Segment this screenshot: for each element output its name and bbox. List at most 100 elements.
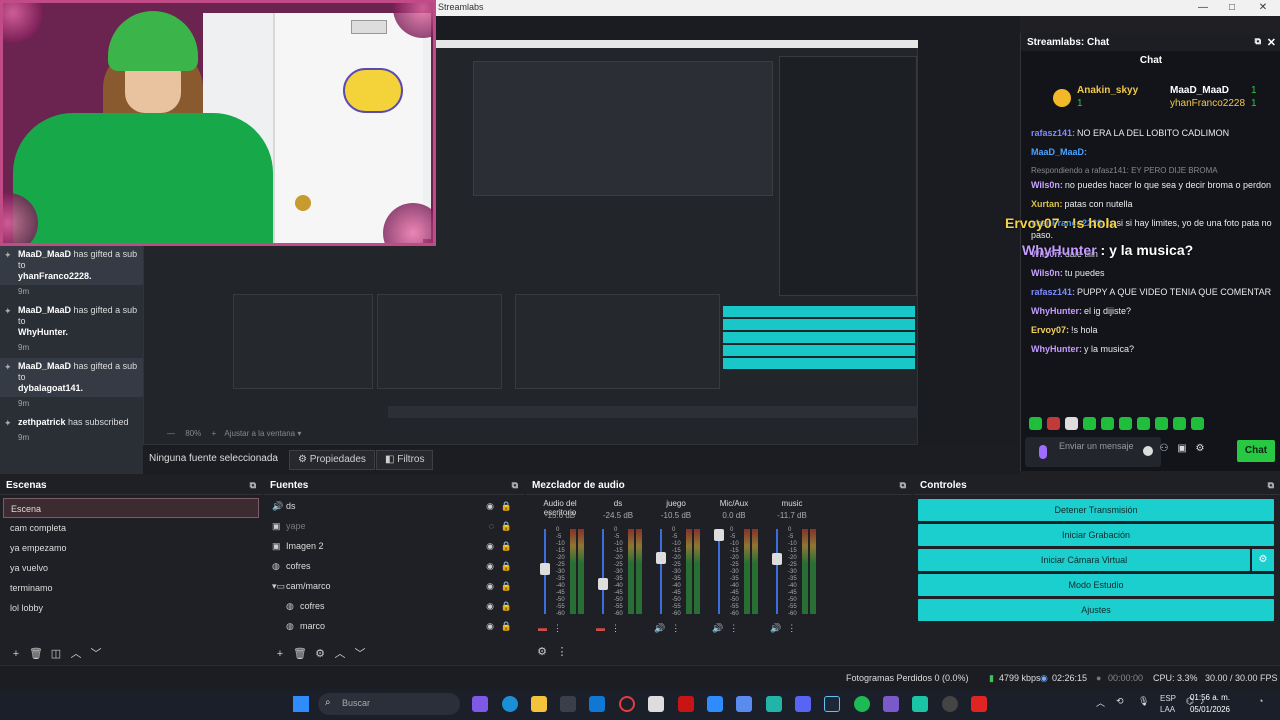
notification-icon[interactable]: ◔ (1258, 696, 1263, 706)
muted-speaker-icon[interactable]: ▬ (596, 623, 605, 633)
source-item[interactable]: 🔊 ds ◉ 🔒 (264, 496, 524, 516)
remove-source-button[interactable]: 🗑 (290, 647, 310, 660)
scene-item[interactable]: lol lobby (3, 598, 259, 618)
chevron-down-icon[interactable]: ▾ (297, 429, 301, 438)
remove-scene-button[interactable]: 🗑 (26, 647, 46, 660)
chat-username[interactable]: rafasz141: (1031, 128, 1075, 138)
popout-icon[interactable]: ⧉ (512, 480, 518, 491)
stop-stream-button[interactable]: Detener Transmisión (918, 499, 1274, 521)
file-explorer-icon[interactable] (531, 696, 547, 712)
visibility-icon[interactable]: ◉ (486, 556, 494, 576)
taskbar-search[interactable]: ⌕ Buscar (318, 693, 460, 715)
more-icon[interactable]: ⋮ (611, 623, 620, 633)
maximize-button[interactable]: □ (1225, 1, 1239, 15)
lock-icon[interactable]: 🔒 (501, 576, 512, 596)
settings-icon[interactable]: ⚙ (1191, 443, 1209, 454)
zoom-plus[interactable]: + (211, 429, 216, 438)
copilot-icon[interactable] (472, 696, 488, 712)
obs-icon[interactable] (942, 696, 958, 712)
app-icon[interactable] (883, 696, 899, 712)
taskbar-clock[interactable]: 01:56 a. m. 05/01/2026 (1190, 692, 1230, 716)
move-down-button[interactable]: ﹀ (350, 645, 370, 661)
zoom-fit[interactable]: Ajustar a la ventana (224, 429, 295, 438)
studio-mode-button[interactable]: Modo Estudio (918, 574, 1274, 596)
chat-username[interactable]: MaaD_MaaD: (1031, 147, 1087, 157)
microphone-icon[interactable] (1039, 445, 1047, 459)
chat-username[interactable]: Wils0n: (1031, 180, 1063, 190)
scene-item[interactable]: Escena (3, 498, 259, 518)
volume-fader[interactable] (776, 529, 778, 614)
language-indicator[interactable]: ESP LAA (1160, 693, 1176, 715)
popout-icon[interactable]: ⧉ (1268, 480, 1274, 491)
move-up-button[interactable]: ︿ (330, 645, 350, 661)
microphone-tray-icon[interactable]: 🎙 (1138, 696, 1149, 707)
emote-bar[interactable] (1029, 417, 1209, 431)
muted-speaker-icon[interactable]: ▬ (538, 623, 547, 633)
record-app-icon[interactable] (971, 696, 987, 712)
speaker-icon[interactable]: 🔊 (654, 623, 665, 633)
users-icon[interactable]: ⚇ (1155, 443, 1173, 454)
fader-knob[interactable] (540, 562, 550, 575)
more-icon[interactable]: ⋮ (787, 623, 796, 633)
windows-start-icon[interactable] (293, 696, 309, 712)
lock-icon[interactable]: 🔒 (501, 536, 512, 556)
source-item[interactable]: ◍ marco ◉ 🔒 (264, 616, 524, 636)
lock-icon[interactable]: 🔒 (501, 496, 512, 516)
tray-icon[interactable]: ⟲ (1116, 696, 1124, 707)
add-source-button[interactable]: + (270, 648, 290, 660)
add-scene-button[interactable]: + (6, 648, 26, 660)
close-icon[interactable]: ✕ (1267, 36, 1276, 49)
scene-item[interactable]: terminamo (3, 578, 259, 598)
chat-username[interactable]: WhyHunter: (1031, 344, 1082, 354)
visibility-icon[interactable]: ◌ (489, 516, 494, 536)
opera-icon[interactable] (619, 696, 635, 712)
spotify-icon[interactable] (854, 696, 870, 712)
chat-username[interactable]: Ervoy07: (1031, 325, 1069, 335)
volume-fader[interactable] (602, 529, 604, 614)
move-up-button[interactable]: ︿ (66, 645, 86, 661)
lock-icon[interactable]: 🔒 (501, 616, 512, 636)
visibility-icon[interactable]: ◉ (486, 576, 494, 596)
visibility-icon[interactable]: ◉ (486, 616, 494, 636)
popout-icon[interactable]: ⧉ (250, 480, 256, 491)
minimize-button[interactable]: — (1196, 1, 1210, 15)
netflix-icon[interactable] (678, 696, 694, 712)
more-icon[interactable]: ⋮ (671, 623, 680, 633)
popout-icon[interactable]: ⧉ (900, 480, 906, 491)
edge-icon[interactable] (502, 696, 518, 712)
lock-icon[interactable]: 🔒 (501, 596, 512, 616)
scene-item[interactable]: ya empezamo (3, 538, 259, 558)
steam-icon[interactable] (824, 696, 840, 712)
app-icon[interactable] (648, 696, 664, 712)
lock-icon[interactable]: 🔒 (501, 516, 512, 536)
zoom-minus[interactable]: — (167, 429, 175, 438)
start-recording-button[interactable]: Iniciar Grabación (918, 524, 1274, 546)
fader-knob[interactable] (772, 553, 782, 565)
app-icon[interactable] (707, 696, 723, 712)
chat-username[interactable]: rafasz141: (1031, 287, 1075, 297)
source-properties-button[interactable]: ⚙ (310, 647, 330, 660)
visibility-icon[interactable]: ◉ (486, 496, 494, 516)
source-item[interactable]: ▾▭cam/marco ◉ 🔒 (264, 576, 524, 596)
fader-knob[interactable] (714, 529, 724, 541)
speaker-icon[interactable]: 🔊 (712, 623, 723, 633)
discord-icon[interactable] (795, 696, 811, 712)
app-icon[interactable] (736, 696, 752, 712)
store-icon[interactable] (560, 696, 576, 712)
mixer-settings-icon[interactable]: ⚙ (532, 645, 552, 658)
visibility-icon[interactable]: ◉ (486, 596, 494, 616)
scene-item[interactable]: cam completa (3, 518, 259, 538)
mail-icon[interactable] (589, 696, 605, 712)
emoji-icon[interactable] (1143, 446, 1153, 456)
visibility-icon[interactable]: ◉ (486, 536, 494, 556)
chat-username[interactable]: Xurtan: (1031, 199, 1063, 209)
chevron-up-icon[interactable]: ︿ (1096, 696, 1105, 709)
fader-knob[interactable] (598, 577, 608, 590)
source-item[interactable]: ◍ cofres ◉ 🔒 (264, 596, 524, 616)
chat-username[interactable]: Wils0n: (1031, 268, 1063, 278)
more-icon[interactable]: ⋮ (553, 623, 562, 633)
chat-send-button[interactable]: Chat (1237, 440, 1275, 462)
speaker-icon[interactable]: 🔊 (770, 623, 781, 633)
more-icon[interactable]: ⋮ (729, 623, 738, 633)
close-button[interactable]: ✕ (1256, 1, 1270, 15)
